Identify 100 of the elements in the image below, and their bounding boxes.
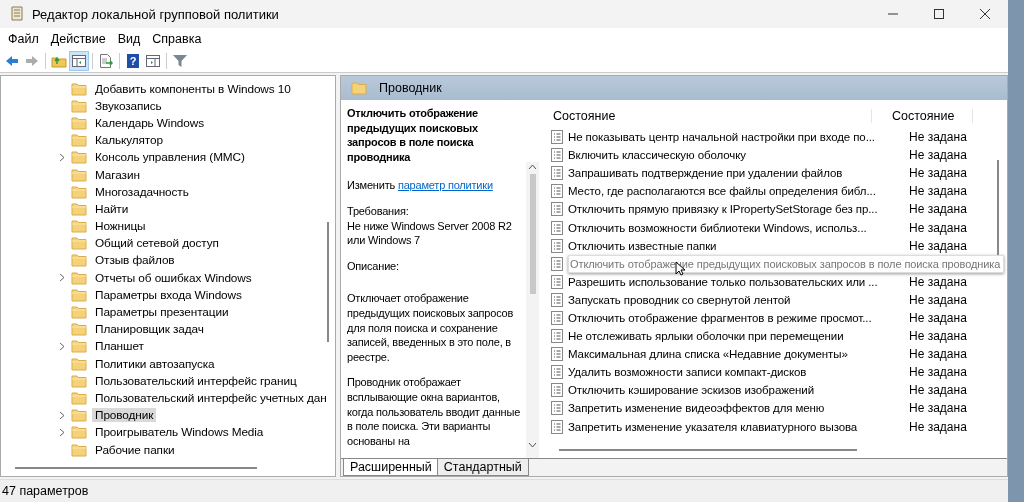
- document-icon: [551, 383, 563, 398]
- tree-item[interactable]: Календарь Windows: [92, 115, 207, 130]
- document-icon: [551, 166, 563, 181]
- document-icon: [551, 292, 563, 307]
- scroll-up-icon[interactable]: [528, 164, 537, 170]
- policy-state: Не задана: [909, 166, 967, 181]
- document-icon: [551, 329, 563, 344]
- description-paragraph: Проводник отображает всплывающие окна вариантов, когда пользователь вводит данные в поле поиска. Эти варианты основаны на: [347, 375, 522, 449]
- policy-state: Не задана: [909, 311, 967, 325]
- tree-item[interactable]: Звукозапись: [92, 98, 165, 113]
- folder-icon: [71, 201, 87, 216]
- document-icon: [551, 256, 563, 271]
- folder-icon: [71, 133, 87, 148]
- tree-item[interactable]: Планшет: [92, 339, 147, 354]
- tree-item[interactable]: Отчеты об ошибках Windows: [92, 270, 255, 285]
- tree-item[interactable]: Калькулятор: [92, 133, 166, 148]
- folder-icon: [71, 356, 87, 371]
- document-icon: [551, 311, 563, 325]
- policy-name[interactable]: Запрашивать подтверждение при удалении файлов: [568, 167, 904, 180]
- menu-item[interactable]: Файл: [2, 30, 45, 48]
- tree-item[interactable]: Параметры входа Windows: [92, 287, 245, 302]
- folder-icon: [71, 339, 87, 354]
- scroll-down-icon[interactable]: [528, 442, 537, 448]
- tree-item[interactable]: Пользовательский интерфейс границ: [92, 373, 300, 388]
- folder-icon: [71, 270, 87, 285]
- tree-item[interactable]: Многозадачность: [92, 184, 192, 199]
- policy-name[interactable]: Отключить кэширование эскизов изображений: [568, 384, 904, 397]
- policy-name[interactable]: Включить классическую оболочку: [568, 149, 904, 162]
- document-icon: [551, 401, 563, 416]
- tree-item[interactable]: Общий сетевой доступ: [92, 236, 222, 251]
- tree-item[interactable]: Политики автозапуска: [92, 356, 218, 371]
- menu-item[interactable]: Справка: [146, 30, 208, 48]
- menu-item[interactable]: Вид: [111, 30, 147, 48]
- policy-name[interactable]: Не показывать центр начальной настройки при входе по...: [568, 131, 904, 144]
- policy-state: Не задана: [909, 220, 967, 235]
- view-tab[interactable]: Расширенный: [343, 459, 439, 476]
- menu-item[interactable]: Действие: [44, 30, 112, 48]
- policy-state: Не задана: [909, 148, 967, 163]
- policy-state: Не задана: [909, 383, 967, 398]
- policy-name[interactable]: Отключить известные папки: [568, 239, 904, 252]
- document-icon: [551, 202, 563, 217]
- column-header[interactable]: Состояние: [545, 109, 872, 123]
- policy-state: Не задана: [909, 184, 967, 199]
- export-list-icon: [98, 53, 114, 69]
- tree-item[interactable]: Найти: [92, 201, 132, 216]
- policy-name[interactable]: Разрешить использование только пользовательских или ...: [568, 275, 904, 288]
- folder-icon: [71, 408, 87, 423]
- folder-icon: [71, 236, 87, 251]
- expand-chevron-icon[interactable]: [59, 152, 65, 162]
- panel-title: Проводник: [379, 81, 442, 95]
- tree-item[interactable]: Ножницы: [92, 219, 149, 234]
- tree-item[interactable]: Проигрыватель Windows Media: [92, 425, 267, 440]
- tree-item[interactable]: Консоль управления (MMC): [92, 150, 248, 165]
- tree-pane-icon: [71, 53, 87, 69]
- tree-item[interactable]: Параметры презентации: [92, 305, 232, 320]
- tree-item[interactable]: Рабочие папки: [92, 442, 178, 457]
- folder-icon: [71, 115, 87, 130]
- policy-name[interactable]: Запретить изменение видеоэффектов для меню: [568, 402, 904, 415]
- policy-name[interactable]: Место, где располагаются все файлы определения библ...: [568, 185, 904, 198]
- view-tab[interactable]: Стандартный: [436, 459, 529, 476]
- tree-item[interactable]: Добавить компоненты в Windows 10: [92, 81, 294, 96]
- folder-icon: [351, 81, 367, 95]
- policy-name[interactable]: Отключить отображение фрагментов в режиме просмот...: [568, 312, 904, 324]
- tree-item[interactable]: Отзыв файлов: [92, 253, 178, 268]
- window-title: Редактор локальной групповой политики: [32, 6, 279, 22]
- requirements-label: Требования:: [347, 203, 410, 219]
- folder-icon: [71, 98, 87, 113]
- folder-icon: [71, 253, 87, 268]
- column-header[interactable]: Состояние: [872, 109, 973, 123]
- tree-item[interactable]: Планировщик задач: [92, 322, 207, 337]
- policy-link[interactable]: параметр политики: [397, 179, 493, 192]
- policy-state: Не задана: [909, 329, 967, 344]
- expand-chevron-icon[interactable]: [59, 410, 65, 420]
- folder-icon: [71, 150, 87, 165]
- policy-state: Не задана: [909, 238, 967, 253]
- requirements-text: Не ниже Windows Server 2008 R2 или Windows 7: [347, 218, 513, 248]
- policy-name[interactable]: Не отслеживать ярлыки оболочки при перемещении: [568, 330, 904, 343]
- expand-chevron-icon[interactable]: [59, 427, 65, 437]
- policy-name[interactable]: Удалить возможности записи компакт-дисков: [568, 366, 904, 379]
- policy-name[interactable]: Отключить прямую привязку к IPropertySetStorage без пр...: [568, 203, 904, 216]
- scrollbar-thumb[interactable]: [559, 449, 857, 451]
- tree-item[interactable]: Магазин: [92, 167, 143, 182]
- tree-item[interactable]: Пользовательский интерфейс учетных дан: [92, 390, 330, 405]
- expand-chevron-icon[interactable]: [59, 341, 65, 351]
- tree-item[interactable]: Проводник: [92, 408, 157, 423]
- folder-icon: [71, 322, 87, 337]
- scrollbar-thumb[interactable]: [327, 222, 329, 342]
- scrollbar-thumb[interactable]: [529, 174, 536, 294]
- policy-name[interactable]: Максимальная длина списка «Недавние документы»: [568, 348, 904, 361]
- policy-name[interactable]: Запретить изменение указателя клавиатурного вызова: [568, 420, 904, 433]
- expand-chevron-icon[interactable]: [59, 273, 65, 283]
- scrollbar-thumb[interactable]: [15, 467, 257, 469]
- document-icon: [551, 148, 563, 163]
- folder-icon: [71, 81, 87, 96]
- policy-name[interactable]: Отключить возможности библиотеки Windows, использ...: [568, 221, 904, 234]
- tree-pane-button[interactable]: [69, 51, 89, 71]
- policy-name[interactable]: Запускать проводник со свернутой лентой: [568, 293, 904, 306]
- folder-icon: [71, 373, 87, 388]
- document-icon: [551, 347, 563, 362]
- folder-icon: [71, 287, 87, 302]
